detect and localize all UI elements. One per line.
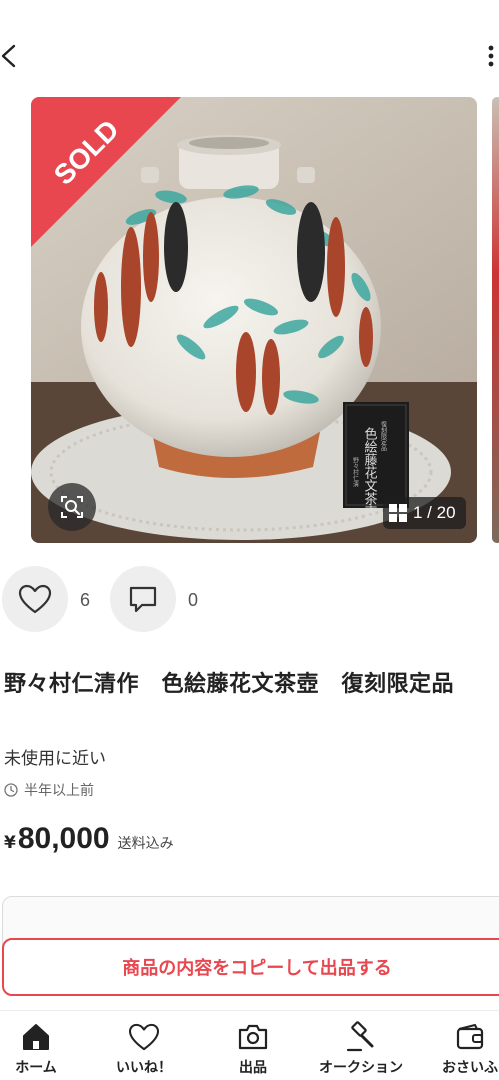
box-label-side: 野々村仁清: [352, 456, 359, 488]
price-currency: ¥: [4, 833, 16, 853]
tab-wallet-label: おさいふ: [442, 1060, 498, 1076]
vertical-dots-icon: [488, 45, 494, 67]
price-amount: 80,000: [17, 822, 110, 855]
item-title: 野々村仁清作 色絵藤花文茶壺 復刻限定品: [4, 672, 455, 697]
image-search-icon: [61, 496, 83, 518]
comment-count: 0: [188, 590, 199, 610]
tab-auction-label: オークション: [319, 1060, 403, 1076]
like-count: 6: [80, 590, 91, 610]
tab-wallet[interactable]: おさいふ: [420, 1011, 499, 1080]
posted-time-text: 半年以上前: [24, 783, 94, 799]
price: ¥ 80,000 送料込み: [4, 822, 174, 856]
box-label-main: 色絵藤花文茶壺: [362, 426, 378, 518]
posted-time: 半年以上前: [4, 780, 94, 800]
zoom-button[interactable]: [48, 483, 96, 531]
like-button[interactable]: [2, 566, 68, 632]
heart-icon: [128, 1023, 160, 1051]
back-button[interactable]: [0, 40, 24, 72]
gavel-icon: [346, 1021, 374, 1052]
tab-auction[interactable]: オークション: [311, 1011, 411, 1080]
vase-image: 復刻限定品 色絵藤花文茶壺 野々村仁清 SOLD: [31, 97, 477, 543]
tab-home[interactable]: ホーム: [0, 1011, 86, 1080]
tab-home-label: ホーム: [15, 1060, 57, 1076]
comment-button[interactable]: [110, 566, 176, 632]
item-detail-screen: 復刻限定品 色絵藤花文茶壺 野々村仁清 SOLD 1 / 20 6 0 野々村仁…: [0, 0, 499, 1080]
wallet-icon: [456, 1024, 484, 1050]
clock-icon: [4, 783, 18, 797]
item-condition: 未使用に近い: [4, 749, 106, 769]
home-icon: [23, 1024, 49, 1050]
shipping-info: 送料込み: [117, 836, 174, 852]
chevron-left-icon: [1, 44, 16, 68]
tab-sell-label: 出品: [239, 1060, 267, 1076]
tab-likes-label: いいね！: [116, 1060, 172, 1076]
copy-and-list-button[interactable]: 商品の内容をコピーして出品する: [2, 938, 499, 996]
next-photo-peek[interactable]: [492, 97, 499, 543]
box-label-top: 復刻限定品: [380, 420, 387, 452]
tab-likes[interactable]: いいね！: [94, 1011, 194, 1080]
item-photo[interactable]: 復刻限定品 色絵藤花文茶壺 野々村仁清 SOLD: [31, 97, 477, 543]
grid-icon: [389, 504, 407, 522]
photo-counter[interactable]: 1 / 20: [383, 497, 466, 529]
more-options-button[interactable]: [482, 42, 499, 70]
comment-icon: [129, 586, 157, 613]
heart-icon: [18, 584, 52, 614]
camera-icon: [238, 1024, 268, 1050]
tab-sell[interactable]: 出品: [203, 1011, 303, 1080]
bottom-tab-bar: ホーム いいね！ 出品 オークション おさいふ: [0, 1010, 499, 1080]
photo-counter-text: 1 / 20: [413, 503, 456, 522]
